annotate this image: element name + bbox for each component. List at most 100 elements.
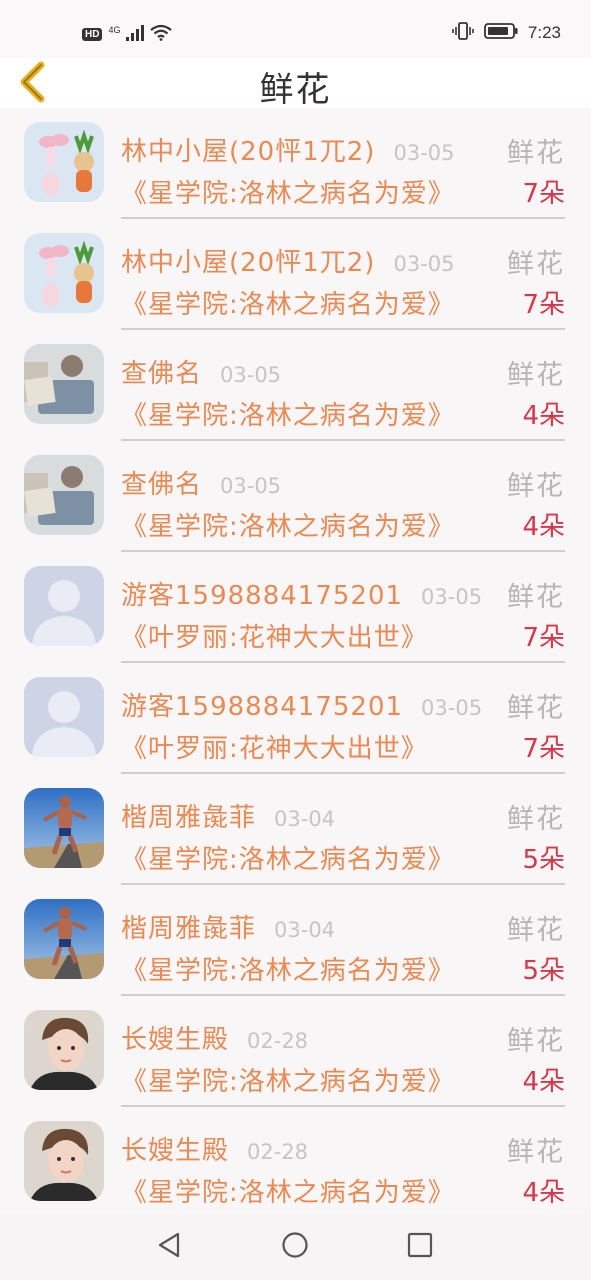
flower-count: 5朵 bbox=[522, 956, 565, 986]
gift-row[interactable]: 游客1598884175201 03-05 鲜花 《叶罗丽:花神大大出世》 7朵 bbox=[0, 555, 591, 666]
avatar[interactable] bbox=[24, 122, 104, 202]
gift-type-label: 鲜花 bbox=[507, 1026, 565, 1057]
divider bbox=[121, 1105, 565, 1107]
flower-count: 7朵 bbox=[522, 290, 565, 320]
vibrate-icon bbox=[452, 22, 474, 44]
gift-row[interactable]: 楷周雅彘菲 03-04 鲜花 《星学院:洛林之病名为爱》 5朵 bbox=[0, 777, 591, 888]
flower-count: 4朵 bbox=[522, 1178, 565, 1208]
divider bbox=[121, 550, 565, 552]
sender-name[interactable]: 长嫂生殿 bbox=[121, 1130, 229, 1167]
signal-icon bbox=[126, 24, 145, 45]
book-title-link[interactable]: 《星学院:洛林之病名为爱》 bbox=[121, 950, 455, 987]
avatar[interactable] bbox=[24, 788, 104, 868]
sender-line: 长嫂生殿 02-28 bbox=[121, 1019, 308, 1056]
sender-name[interactable]: 游客1598884175201 bbox=[121, 575, 403, 612]
page-title: 鲜花 bbox=[259, 70, 332, 110]
sender-name[interactable]: 查佛名 bbox=[121, 464, 202, 501]
book-title-link[interactable]: 《星学院:洛林之病名为爱》 bbox=[121, 173, 455, 210]
gift-type-label: 鲜花 bbox=[507, 804, 565, 835]
sender-name[interactable]: 查佛名 bbox=[121, 353, 202, 390]
gift-row[interactable]: 长嫂生殿 02-28 鲜花《星学院:洛林之病名为爱》 4朵 bbox=[0, 1110, 591, 1221]
gift-row[interactable]: 林中小屋(20怦1兀2) 03-05 鲜花《星学院:洛林之病名为爱》 7朵 bbox=[0, 111, 591, 222]
gift-row[interactable]: 长嫂生殿 02-28 鲜花《星学院:洛林之病名为爱》 4朵 bbox=[0, 999, 591, 1110]
flower-count: 7朵 bbox=[522, 623, 565, 653]
gift-date: 03-05 bbox=[421, 585, 483, 609]
system-nav-bar bbox=[0, 1214, 591, 1280]
flower-count: 7朵 bbox=[522, 734, 565, 764]
nav-home-button[interactable] bbox=[275, 1230, 315, 1264]
gift-type-label: 鲜花 bbox=[507, 1137, 565, 1168]
gift-date: 03-05 bbox=[220, 474, 282, 498]
divider bbox=[121, 883, 565, 885]
divider bbox=[121, 994, 565, 996]
app-header: 鲜花 bbox=[0, 58, 591, 110]
avatar[interactable] bbox=[24, 1121, 104, 1201]
sender-name[interactable]: 楷周雅彘菲 bbox=[121, 797, 256, 834]
gift-date: 03-05 bbox=[220, 363, 282, 387]
gift-date: 03-05 bbox=[393, 252, 455, 276]
avatar[interactable] bbox=[24, 566, 104, 646]
flower-count: 4朵 bbox=[522, 512, 565, 542]
nav-recents-button[interactable] bbox=[400, 1230, 440, 1264]
sender-name[interactable]: 长嫂生殿 bbox=[121, 1019, 229, 1056]
sender-name[interactable]: 林中小屋(20怦1兀2) bbox=[121, 131, 375, 168]
avatar[interactable] bbox=[24, 1010, 104, 1090]
avatar[interactable] bbox=[24, 455, 104, 535]
sender-line: 查佛名 03-05 bbox=[121, 353, 281, 390]
avatar[interactable] bbox=[24, 233, 104, 313]
sender-line: 林中小屋(20怦1兀2) 03-05 bbox=[121, 242, 455, 279]
clock: 7:23 bbox=[527, 23, 561, 42]
avatar[interactable] bbox=[24, 899, 104, 979]
book-title-link[interactable]: 《叶罗丽:花神大大出世》 bbox=[121, 728, 428, 765]
gift-date: 02-28 bbox=[247, 1029, 309, 1053]
divider bbox=[121, 661, 565, 663]
divider bbox=[121, 328, 565, 330]
gift-list: 林中小屋(20怦1兀2) 03-05 鲜花 《星学院:洛林之病名为爱》 7朵 林中小屋(2… bbox=[0, 111, 591, 1221]
gift-type-label: 鲜花 bbox=[507, 138, 565, 169]
gift-row[interactable]: 查佛名 03-05 鲜花《星学院:洛林之病名为爱》 4朵 bbox=[0, 333, 591, 444]
book-title-link[interactable]: 《叶罗丽:花神大大出世》 bbox=[121, 617, 428, 654]
sender-line: 长嫂生殿 02-28 bbox=[121, 1130, 308, 1167]
flower-count: 7朵 bbox=[522, 179, 565, 209]
sender-line: 游客1598884175201 03-05 bbox=[121, 686, 482, 723]
book-title-link[interactable]: 《星学院:洛林之病名为爱》 bbox=[121, 1061, 455, 1098]
gift-date: 03-05 bbox=[421, 696, 483, 720]
book-title-link[interactable]: 《星学院:洛林之病名为爱》 bbox=[121, 395, 455, 432]
gift-type-label: 鲜花 bbox=[507, 249, 565, 280]
flower-count: 4朵 bbox=[522, 401, 565, 431]
network-type-label: 4G bbox=[108, 24, 121, 35]
recents-square-icon bbox=[407, 1232, 433, 1262]
avatar[interactable] bbox=[24, 344, 104, 424]
divider bbox=[121, 217, 565, 219]
flower-count: 4朵 bbox=[522, 1067, 565, 1097]
gift-row[interactable]: 游客1598884175201 03-05 鲜花《叶罗丽:花神大大出世》 7朵 bbox=[0, 666, 591, 777]
divider bbox=[121, 772, 565, 774]
sender-name[interactable]: 游客1598884175201 bbox=[121, 686, 403, 723]
divider bbox=[121, 439, 565, 441]
gift-row[interactable]: 查佛名 03-05 鲜花 《星学院:洛林之病名为爱》 4朵 bbox=[0, 444, 591, 555]
gift-date: 03-05 bbox=[393, 141, 455, 165]
home-circle-icon bbox=[281, 1231, 309, 1263]
book-title-link[interactable]: 《星学院:洛林之病名为爱》 bbox=[121, 506, 455, 543]
sender-line: 游客1598884175201 03-05 bbox=[121, 575, 482, 612]
gift-date: 02-28 bbox=[247, 1140, 309, 1164]
status-right: 7:23 bbox=[452, 22, 561, 44]
book-title-link[interactable]: 《星学院:洛林之病名为爱》 bbox=[121, 839, 455, 876]
gift-date: 03-04 bbox=[274, 918, 336, 942]
sender-line: 楷周雅彘菲 03-04 bbox=[121, 797, 335, 834]
nav-back-button[interactable] bbox=[149, 1230, 189, 1264]
status-left: HD 4G bbox=[82, 24, 173, 45]
sender-name[interactable]: 楷周雅彘菲 bbox=[121, 908, 256, 945]
battery-icon bbox=[484, 23, 518, 43]
gift-type-label: 鲜花 bbox=[507, 693, 565, 724]
gift-row[interactable]: 林中小屋(20怦1兀2) 03-05 鲜花《星学院:洛林之病名为爱》 7朵 bbox=[0, 222, 591, 333]
book-title-link[interactable]: 《星学院:洛林之病名为爱》 bbox=[121, 284, 455, 321]
sender-line: 林中小屋(20怦1兀2) 03-05 bbox=[121, 131, 455, 168]
sender-line: 楷周雅彘菲 03-04 bbox=[121, 908, 335, 945]
gift-type-label: 鲜花 bbox=[507, 360, 565, 391]
wifi-icon bbox=[150, 24, 173, 45]
book-title-link[interactable]: 《星学院:洛林之病名为爱》 bbox=[121, 1172, 455, 1209]
gift-row[interactable]: 楷周雅彘菲 03-04 鲜花 《星学院:洛林之病名为爱》 5朵 bbox=[0, 888, 591, 999]
sender-name[interactable]: 林中小屋(20怦1兀2) bbox=[121, 242, 375, 279]
avatar[interactable] bbox=[24, 677, 104, 757]
